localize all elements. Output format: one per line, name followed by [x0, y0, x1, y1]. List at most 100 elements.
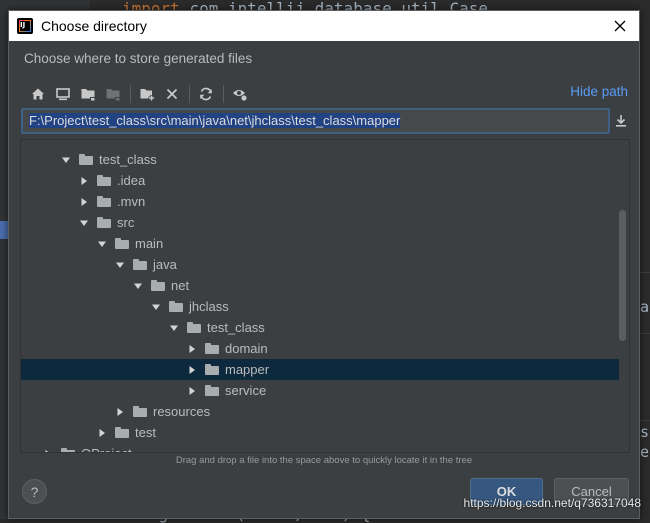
refresh-icon	[200, 87, 212, 101]
tree-item-label: QProject	[81, 446, 132, 452]
tree-item[interactable]: resources	[21, 401, 619, 422]
tree-item[interactable]: QProject	[21, 443, 619, 452]
show-hidden-icon	[233, 90, 248, 102]
dialog-titlebar[interactable]: Choose directory	[9, 11, 639, 41]
folder-icon	[115, 238, 129, 249]
module-folder-button[interactable]	[102, 83, 124, 105]
new-folder-button[interactable]	[136, 83, 158, 105]
tree-item[interactable]: .idea	[21, 170, 619, 191]
path-row: F:\Project\test_class\src\main\java\net\…	[21, 108, 631, 134]
tree-item-label: domain	[225, 341, 268, 356]
toolbar-separator	[130, 85, 131, 103]
home-icon	[32, 88, 44, 100]
tree-item[interactable]: main	[21, 233, 619, 254]
folder-icon	[97, 196, 111, 207]
new-folder-icon	[140, 89, 155, 101]
project-folder-button[interactable]	[77, 83, 99, 105]
code-fragment: a	[640, 298, 650, 316]
folder-icon	[205, 343, 219, 354]
choose-directory-dialog: Choose directory Choose where to store g…	[8, 10, 640, 519]
collapsed-arrow-icon[interactable]	[79, 176, 89, 186]
folder-icon	[205, 385, 219, 396]
home-button[interactable]	[27, 83, 49, 105]
folder-icon	[151, 280, 165, 291]
collapsed-arrow-icon[interactable]	[43, 449, 53, 452]
show-hidden-button[interactable]	[229, 83, 251, 105]
tree-item[interactable]: test_class	[21, 149, 619, 170]
hide-path-link[interactable]: Hide path	[570, 84, 628, 99]
folder-icon	[133, 259, 147, 270]
folder-icon	[97, 175, 111, 186]
desktop-icon	[56, 88, 70, 101]
watermark-url: https://blog.csdn.net/q736317048	[463, 496, 641, 510]
toolbar-separator	[189, 85, 190, 103]
gutter-marker	[0, 221, 8, 239]
collapsed-arrow-icon[interactable]	[79, 197, 89, 207]
folder-icon	[205, 364, 219, 375]
collapsed-arrow-icon[interactable]	[187, 365, 197, 375]
dialog-title: Choose directory	[41, 18, 147, 34]
close-icon	[614, 20, 626, 32]
tree-item[interactable]: jhclass	[21, 296, 619, 317]
tree-item-label: .mvn	[117, 194, 146, 209]
path-input[interactable]: F:\Project\test_class\src\main\java\net\…	[21, 108, 610, 134]
collapsed-arrow-icon[interactable]	[115, 407, 125, 417]
path-input-value: F:\Project\test_class\src\main\java\net\…	[29, 113, 401, 128]
tree-item-label: .idea	[117, 173, 146, 188]
expanded-arrow-icon[interactable]	[79, 218, 89, 228]
code-fragment: s	[640, 423, 650, 441]
module-folder-icon	[106, 89, 120, 101]
expanded-arrow-icon[interactable]	[115, 260, 125, 270]
expanded-arrow-icon[interactable]	[61, 155, 71, 165]
folder-icon	[61, 448, 75, 452]
code-fragment: e	[640, 443, 650, 461]
tree-item-label: mapper	[225, 362, 270, 377]
tree-scrollbar[interactable]	[619, 140, 628, 452]
tree-item-label: test	[135, 425, 156, 440]
desktop-button[interactable]	[52, 83, 74, 105]
project-folder-icon	[81, 89, 95, 101]
folder-icon	[115, 427, 129, 438]
tree-item-label: jhclass	[189, 299, 229, 314]
refresh-button[interactable]	[195, 83, 217, 105]
path-download-button[interactable]	[611, 111, 631, 131]
expanded-arrow-icon[interactable]	[151, 302, 161, 312]
tree-item-label: service	[225, 383, 267, 398]
tree-item-label: resources	[153, 404, 211, 419]
tree-item-label: test_class	[99, 152, 157, 167]
tree-item[interactable]: domain	[21, 338, 619, 359]
toolbar-separator	[223, 85, 224, 103]
collapsed-arrow-icon[interactable]	[187, 344, 197, 354]
tree-item[interactable]: mapper	[21, 359, 619, 380]
download-icon	[616, 115, 626, 127]
help-button[interactable]: ?	[22, 479, 47, 504]
tree-item[interactable]: test_class	[21, 317, 619, 338]
close-button[interactable]	[605, 11, 635, 41]
dialog-subtitle: Choose where to store generated files	[24, 51, 253, 66]
folder-icon	[133, 406, 147, 417]
tree-item-label: java	[153, 257, 177, 272]
tree-item-label: test_class	[207, 320, 265, 335]
folder-icon	[169, 301, 183, 312]
tree-item[interactable]: .mvn	[21, 191, 619, 212]
tree-item-label: src	[117, 215, 135, 230]
tree-item[interactable]: service	[21, 380, 619, 401]
delete-button[interactable]	[161, 83, 183, 105]
expanded-arrow-icon[interactable]	[97, 239, 107, 249]
directory-tree[interactable]: QProjecttest resources service mapper domain…	[20, 139, 630, 453]
tree-item-label: main	[135, 236, 164, 251]
tree-item[interactable]: net	[21, 275, 619, 296]
expanded-arrow-icon[interactable]	[133, 281, 143, 291]
tree-item[interactable]: java	[21, 254, 619, 275]
folder-icon	[79, 154, 93, 165]
collapsed-arrow-icon[interactable]	[97, 428, 107, 438]
folder-icon	[97, 217, 111, 228]
tree-scrollbar-thumb[interactable]	[619, 210, 626, 341]
tree-item-label: net	[171, 278, 190, 293]
delete-icon	[166, 88, 178, 100]
toolbar	[27, 83, 254, 105]
collapsed-arrow-icon[interactable]	[187, 386, 197, 396]
tree-item[interactable]: test	[21, 422, 619, 443]
expanded-arrow-icon[interactable]	[169, 323, 179, 333]
tree-item[interactable]: src	[21, 212, 619, 233]
